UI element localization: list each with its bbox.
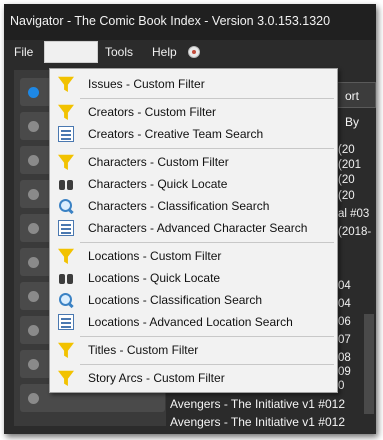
menu-separator bbox=[80, 242, 334, 243]
radio-button[interactable] bbox=[28, 155, 39, 166]
radio-button[interactable] bbox=[28, 189, 39, 200]
menu-separator bbox=[80, 336, 334, 337]
menu-filters[interactable]: Filters bbox=[44, 41, 98, 63]
radio-button[interactable] bbox=[28, 121, 39, 132]
radio-button[interactable] bbox=[28, 87, 39, 98]
binoculars-icon bbox=[58, 176, 74, 192]
form-icon bbox=[58, 126, 74, 142]
menu-separator bbox=[80, 364, 334, 365]
menu-item-locations-advanced-search[interactable]: Locations - Advanced Location Search bbox=[51, 311, 336, 333]
list-item[interactable]: Avengers - The Initiative v1 #012 bbox=[170, 397, 345, 411]
menu-item-characters-advanced-search[interactable]: Characters - Advanced Character Search bbox=[51, 217, 336, 239]
list-item[interactable]: 07 bbox=[338, 334, 351, 346]
list-item[interactable]: 06 bbox=[338, 316, 351, 328]
menu-item-characters-custom-filter[interactable]: Characters - Custom Filter bbox=[51, 151, 336, 173]
funnel-icon bbox=[58, 154, 74, 170]
radio-button[interactable] bbox=[28, 223, 39, 234]
list-item[interactable]: (20 bbox=[338, 144, 355, 156]
menu-item-creators-custom-filter[interactable]: Creators - Custom Filter bbox=[51, 101, 336, 123]
radio-button[interactable] bbox=[28, 257, 39, 268]
menu-separator bbox=[80, 98, 334, 99]
list-item[interactable]: (20 bbox=[338, 174, 355, 186]
menu-item-label: Characters - Custom Filter bbox=[88, 155, 229, 169]
list-item[interactable]: 09 bbox=[338, 366, 351, 378]
list-item[interactable]: 04 bbox=[338, 280, 351, 292]
radio-button[interactable] bbox=[28, 359, 39, 370]
menu-bar: File Filters Tools Help bbox=[4, 40, 376, 64]
menu-item-titles-custom-filter[interactable]: Titles - Custom Filter bbox=[51, 339, 336, 361]
radio-button[interactable] bbox=[28, 325, 39, 336]
menu-item-label: Story Arcs - Custom Filter bbox=[88, 371, 225, 385]
menu-item-label: Locations - Custom Filter bbox=[88, 249, 222, 263]
menu-item-locations-quick-locate[interactable]: Locations - Quick Locate bbox=[51, 267, 336, 289]
binoculars-icon bbox=[58, 270, 74, 286]
funnel-icon bbox=[58, 248, 74, 264]
funnel-icon bbox=[58, 342, 74, 358]
menu-item-label: Characters - Advanced Character Search bbox=[88, 221, 308, 235]
funnel-icon bbox=[58, 76, 74, 92]
menu-item-characters-quick-locate[interactable]: Characters - Quick Locate bbox=[51, 173, 336, 195]
menu-item-label: Locations - Quick Locate bbox=[88, 271, 221, 285]
menu-item-issues-custom-filter[interactable]: Issues - Custom Filter bbox=[51, 73, 336, 95]
funnel-icon bbox=[58, 370, 74, 386]
list-item[interactable]: al #03 bbox=[338, 208, 369, 220]
menu-item-label: Issues - Custom Filter bbox=[88, 77, 205, 91]
radio-button[interactable] bbox=[28, 393, 39, 404]
menu-tools[interactable]: Tools bbox=[105, 45, 133, 59]
menu-item-characters-classification-search[interactable]: Characters - Classification Search bbox=[51, 195, 336, 217]
radio-button[interactable] bbox=[28, 291, 39, 302]
window-title: Navigator - The Comic Book Index - Versi… bbox=[10, 14, 331, 28]
menu-file[interactable]: File bbox=[14, 45, 33, 59]
menu-item-label: Creators - Creative Team Search bbox=[88, 127, 264, 141]
menu-item-story-arcs-custom-filter[interactable]: Story Arcs - Custom Filter bbox=[51, 367, 336, 389]
list-item[interactable]: (2018- bbox=[338, 226, 371, 238]
menu-item-locations-custom-filter[interactable]: Locations - Custom Filter bbox=[51, 245, 336, 267]
list-item[interactable]: Avengers - The Initiative v1 #012 bbox=[170, 415, 345, 429]
menu-separator bbox=[80, 148, 334, 149]
magnifier-icon bbox=[58, 292, 74, 308]
form-icon bbox=[58, 314, 74, 330]
list-item[interactable]: 08 bbox=[338, 352, 351, 364]
funnel-icon bbox=[58, 104, 74, 120]
list-item[interactable]: (20 bbox=[338, 190, 355, 202]
title-bar: Navigator - The Comic Book Index - Versi… bbox=[4, 4, 376, 40]
app-window: Navigator - The Comic Book Index - Versi… bbox=[4, 4, 376, 434]
coffee-cup-icon[interactable] bbox=[188, 46, 200, 58]
list-item[interactable]: (201 bbox=[338, 159, 361, 171]
menu-item-label: Characters - Classification Search bbox=[88, 199, 270, 213]
menu-item-label: Locations - Advanced Location Search bbox=[88, 315, 293, 329]
menu-item-label: Titles - Custom Filter bbox=[88, 343, 199, 357]
magnifier-icon bbox=[58, 198, 74, 214]
list-item[interactable]: 0 bbox=[338, 380, 344, 392]
menu-item-label: Characters - Quick Locate bbox=[88, 177, 228, 191]
list-scrollbar[interactable] bbox=[364, 314, 374, 414]
menu-item-label: Creators - Custom Filter bbox=[88, 105, 217, 119]
menu-help[interactable]: Help bbox=[152, 45, 177, 59]
filters-dropdown-menu: Issues - Custom Filter Creators - Custom… bbox=[49, 68, 338, 393]
menu-item-creators-creative-team-search[interactable]: Creators - Creative Team Search bbox=[51, 123, 336, 145]
list-item[interactable]: 04 bbox=[338, 298, 351, 310]
form-icon bbox=[58, 220, 74, 236]
menu-item-label: Locations - Classification Search bbox=[88, 293, 263, 307]
menu-item-locations-classification-search[interactable]: Locations - Classification Search bbox=[51, 289, 336, 311]
